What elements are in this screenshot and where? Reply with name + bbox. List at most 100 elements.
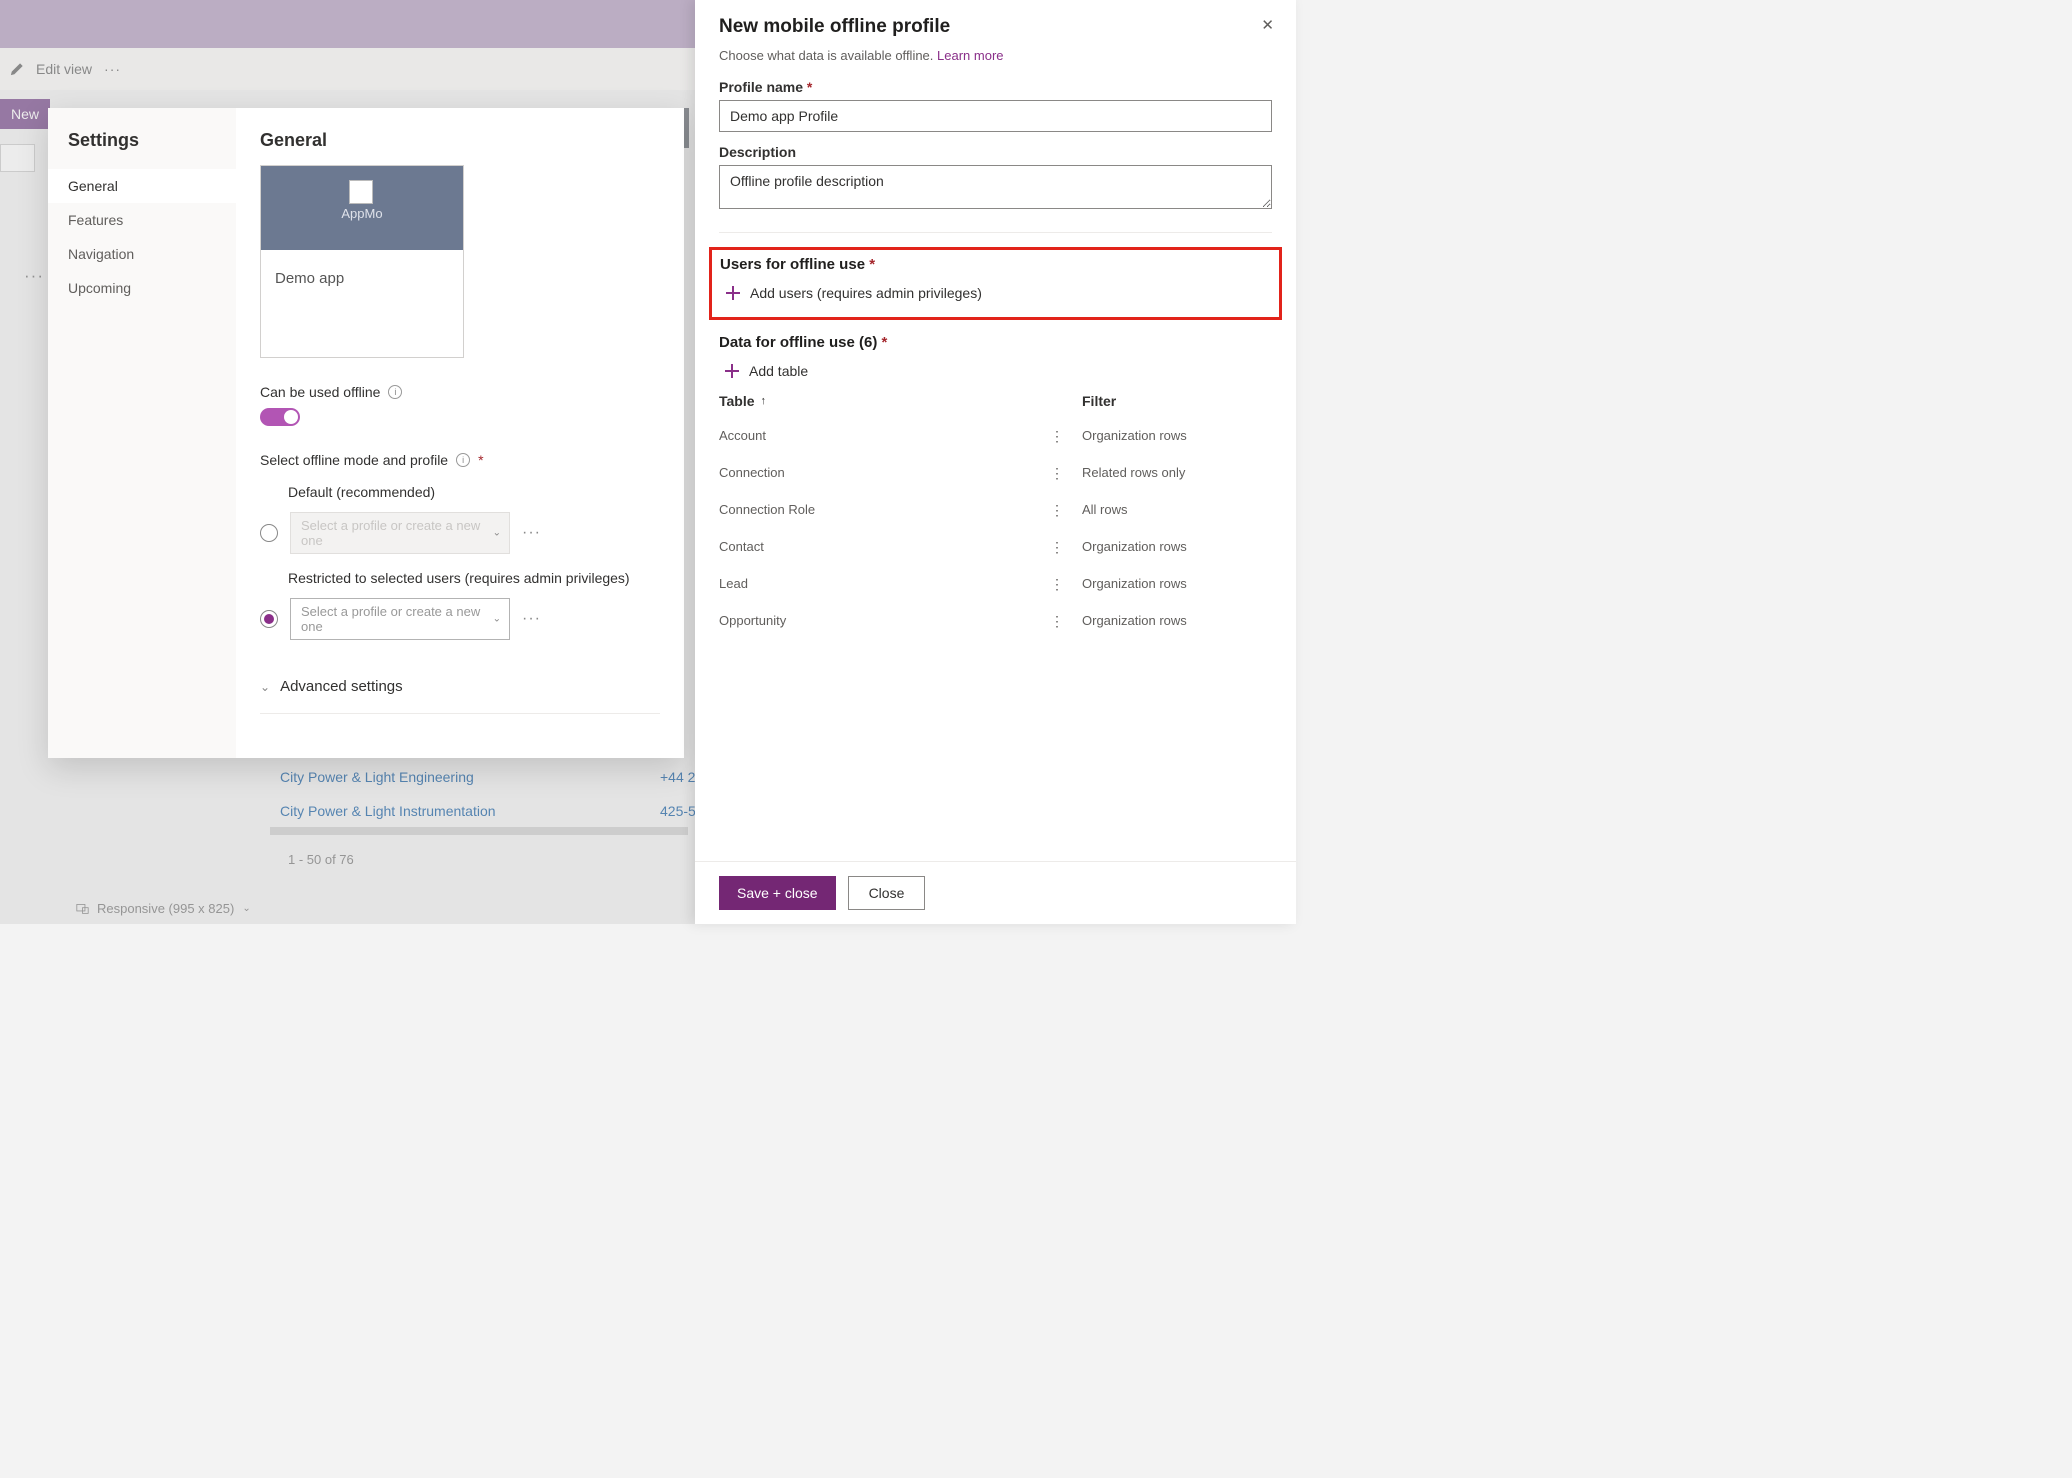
profile-select-placeholder: Select a profile or create a new one <box>301 518 480 548</box>
row-filter: Organization rows <box>1082 428 1272 443</box>
column-filter-header[interactable]: Filter <box>1082 393 1272 409</box>
row-filter: Organization rows <box>1082 613 1272 628</box>
row-table-name: Contact <box>719 539 1032 554</box>
app-tile[interactable]: AppMo Demo app <box>260 165 464 358</box>
app-tile-title: Demo app <box>261 250 463 357</box>
row-table-name: Connection Role <box>719 502 1032 517</box>
offline-profile-flyout: New mobile offline profile ✕ Choose what… <box>695 0 1296 924</box>
row-more-icon[interactable]: ⋮ <box>1032 545 1082 549</box>
row-table-name: Lead <box>719 576 1032 591</box>
table-row[interactable]: City Power & Light Instrumentation 425-5… <box>280 794 711 828</box>
general-heading: General <box>260 130 660 151</box>
profile-name-input[interactable] <box>719 100 1272 132</box>
flyout-title: New mobile offline profile <box>719 16 1272 38</box>
profile-select-default: Select a profile or create a new one ⌄ <box>290 512 510 554</box>
learn-more-link[interactable]: Learn more <box>937 48 1003 63</box>
chevron-down-icon: ⌄ <box>493 614 501 625</box>
profile-name-label: Profile name * <box>719 79 1272 95</box>
app-tile-header: AppMo <box>261 166 463 250</box>
pencil-icon <box>10 62 24 76</box>
table-row[interactable]: Contact⋮Organization rows <box>719 528 1272 565</box>
users-section-highlight: Users for offline use * Add users (requi… <box>709 247 1282 320</box>
radio-restricted[interactable] <box>260 610 278 628</box>
add-table-label: Add table <box>749 363 808 379</box>
radio-default-label: Default (recommended) <box>288 484 660 500</box>
row-filter: All rows <box>1082 502 1272 517</box>
row-table-name: Connection <box>719 465 1032 480</box>
data-heading: Data for offline use (6) * <box>719 334 1272 351</box>
offline-toggle-label: Can be used offline i <box>260 384 660 400</box>
close-icon[interactable]: ✕ <box>1261 18 1274 33</box>
table-header: Table ↑ Filter <box>719 383 1272 417</box>
row-filter: Organization rows <box>1082 576 1272 591</box>
plus-icon <box>726 286 740 300</box>
table-row[interactable]: Lead⋮Organization rows <box>719 565 1272 602</box>
overflow-dots-icon[interactable]: ··· <box>24 266 44 286</box>
sidebar-item-navigation[interactable]: Navigation <box>48 237 236 271</box>
new-button[interactable]: New <box>0 99 50 129</box>
responsive-indicator[interactable]: Responsive (995 x 825) ⌄ <box>76 901 251 916</box>
row-table-name: Account <box>719 428 1032 443</box>
users-heading: Users for offline use * <box>720 256 1265 273</box>
row-more-icon[interactable]: ⋮ <box>1032 471 1082 475</box>
chevron-down-icon: ⌄ <box>260 680 270 694</box>
sidebar-item-features[interactable]: Features <box>48 203 236 237</box>
table-row[interactable]: Connection Role⋮All rows <box>719 491 1272 528</box>
table-row[interactable]: City Power & Light Engineering +44 20 <box>280 760 711 794</box>
edit-view-label[interactable]: Edit view <box>36 61 92 77</box>
more-dots-icon[interactable]: ··· <box>104 61 121 77</box>
table-row[interactable]: Account⋮Organization rows <box>719 417 1272 454</box>
radio-default-row[interactable]: Select a profile or create a new one ⌄ ·… <box>260 512 660 554</box>
add-users-button[interactable]: Add users (requires admin privileges) <box>720 281 1265 305</box>
advanced-settings-toggle[interactable]: ⌄ Advanced settings <box>260 678 660 713</box>
tile-placeholder-text: AppMo <box>341 206 382 221</box>
more-icon[interactable]: ··· <box>522 524 541 542</box>
offline-toggle[interactable] <box>260 408 300 426</box>
account-link[interactable]: City Power & Light Instrumentation <box>280 803 560 819</box>
column-table-header[interactable]: Table ↑ <box>719 393 1032 409</box>
table-row[interactable]: Opportunity⋮Organization rows <box>719 602 1272 639</box>
row-more-icon[interactable]: ⋮ <box>1032 434 1082 438</box>
save-close-button[interactable]: Save + close <box>719 876 836 910</box>
radio-restricted-row[interactable]: Select a profile or create a new one ⌄ ·… <box>260 598 660 640</box>
broken-image-icon <box>349 180 373 204</box>
info-icon[interactable]: i <box>388 385 402 399</box>
row-filter: Organization rows <box>1082 539 1272 554</box>
horizontal-scrollbar[interactable] <box>270 827 688 835</box>
row-filter: Related rows only <box>1082 465 1272 480</box>
chevron-down-icon: ⌄ <box>493 528 501 539</box>
row-more-icon[interactable]: ⋮ <box>1032 508 1082 512</box>
radio-restricted-label: Restricted to selected users (requires a… <box>288 570 660 586</box>
table-row[interactable]: Connection⋮Related rows only <box>719 454 1272 491</box>
radio-default[interactable] <box>260 524 278 542</box>
flyout-header: New mobile offline profile ✕ <box>695 0 1296 48</box>
chevron-down-icon: ⌄ <box>242 903 250 914</box>
sort-up-icon: ↑ <box>761 395 767 407</box>
sidebar-item-upcoming[interactable]: Upcoming <box>48 271 236 305</box>
description-label: Description <box>719 144 1272 160</box>
info-icon[interactable]: i <box>456 453 470 467</box>
settings-body: General AppMo Demo app Can be used offli… <box>236 108 684 758</box>
row-more-icon[interactable]: ⋮ <box>1032 582 1082 586</box>
close-button[interactable]: Close <box>848 876 926 910</box>
settings-sidebar: Settings General Features Navigation Upc… <box>48 108 236 758</box>
row-count-label: 1 - 50 of 76 <box>288 852 354 867</box>
description-input[interactable]: Offline profile description <box>719 165 1272 209</box>
add-users-label: Add users (requires admin privileges) <box>750 285 982 301</box>
advanced-label: Advanced settings <box>280 678 403 695</box>
profile-select-placeholder: Select a profile or create a new one <box>301 604 480 634</box>
flyout-body: Profile name * Description Offline profi… <box>695 75 1296 861</box>
account-link[interactable]: City Power & Light Engineering <box>280 769 560 785</box>
background-account-rows: City Power & Light Engineering +44 20 Ci… <box>280 760 711 828</box>
add-table-button[interactable]: Add table <box>719 359 1272 383</box>
subtitle-text: Choose what data is available offline. <box>719 48 933 63</box>
profile-select-restricted[interactable]: Select a profile or create a new one ⌄ <box>290 598 510 640</box>
more-icon[interactable]: ··· <box>522 610 541 628</box>
responsive-icon <box>76 902 89 915</box>
flyout-subtitle: Choose what data is available offline. L… <box>695 48 1296 75</box>
row-more-icon[interactable]: ⋮ <box>1032 619 1082 623</box>
offline-label-text: Can be used offline <box>260 384 380 400</box>
row-table-name: Opportunity <box>719 613 1032 628</box>
sidebar-item-general[interactable]: General <box>48 169 236 203</box>
search-input-partial[interactable] <box>0 144 35 172</box>
